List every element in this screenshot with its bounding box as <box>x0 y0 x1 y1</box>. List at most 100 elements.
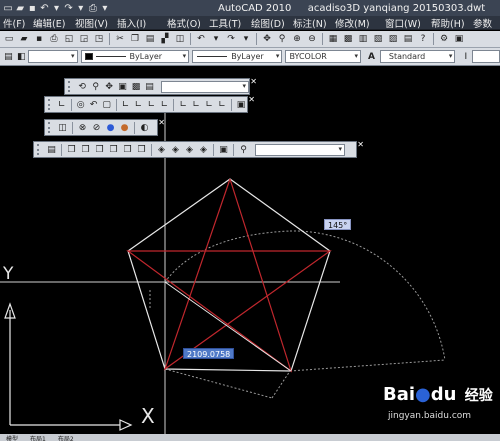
zoom-window-icon[interactable]: ⊕ <box>290 33 304 46</box>
bottom-view-icon[interactable]: ❒ <box>79 144 92 156</box>
redo-icon[interactable]: ↷ <box>224 33 238 46</box>
dropdown-icon[interactable]: ▾ <box>100 2 110 14</box>
block-editor-icon[interactable]: ◫ <box>173 33 187 46</box>
ucs-3point-icon[interactable]: ∟ <box>177 99 189 111</box>
menu-draw[interactable]: 绘图(D) <box>248 16 290 30</box>
2d-wireframe-icon[interactable]: ◫ <box>56 122 69 134</box>
length-input[interactable]: 2109.0758 <box>183 348 235 359</box>
undo-dropdown-icon[interactable]: ▾ <box>209 33 223 46</box>
linetype-dropdown[interactable]: ByLayer ▾ <box>192 50 283 63</box>
ucs-view-icon[interactable]: ∟ <box>132 99 144 111</box>
plotstyle-dropdown[interactable]: BYCOLOR ▾ <box>285 50 361 63</box>
dropdown-icon[interactable]: ▾ <box>76 2 86 14</box>
open-icon[interactable]: ▰ <box>17 33 31 46</box>
markup-icon[interactable]: ▨ <box>386 33 400 46</box>
view-list-icon[interactable]: ▤ <box>143 81 155 93</box>
zoom-previous-icon[interactable]: ⊖ <box>305 33 319 46</box>
tab-layout2[interactable]: 布局2 <box>52 434 80 441</box>
named-views-icon[interactable]: ▤ <box>45 144 58 156</box>
color-dropdown[interactable]: ByLayer ▾ <box>80 50 190 63</box>
toolbar-grip[interactable] <box>48 122 52 133</box>
pan-icon[interactable]: ✥ <box>103 81 115 93</box>
close-icon[interactable]: ✕ <box>158 118 165 127</box>
match-properties-icon[interactable]: ▞ <box>158 33 172 46</box>
new-icon[interactable]: ▭ <box>3 2 13 14</box>
toolbar-grip[interactable] <box>68 81 72 92</box>
right-view-icon[interactable]: ❒ <box>107 144 120 156</box>
sheet-set-icon[interactable]: ▧ <box>371 33 385 46</box>
se-iso-icon[interactable]: ◈ <box>169 144 182 156</box>
camera-icon[interactable]: ▣ <box>217 144 230 156</box>
orbit-icon[interactable]: ⟲ <box>76 81 88 93</box>
hidden-icon[interactable]: ⊘ <box>90 122 103 134</box>
view-dropdown[interactable]: ▾ <box>160 80 250 93</box>
dropdown-icon[interactable]: ▾ <box>51 2 61 14</box>
visual-styles-manager-icon[interactable]: ◐ <box>138 122 151 134</box>
paste-icon[interactable]: ▤ <box>143 33 157 46</box>
front-view-icon[interactable]: ❒ <box>121 144 134 156</box>
3d-wireframe-icon[interactable]: ⊗ <box>76 122 89 134</box>
zoom-icon[interactable]: ⚲ <box>89 81 101 93</box>
menu-file[interactable]: 件(F) <box>0 16 30 30</box>
zoom-realtime-icon[interactable]: ⚲ <box>275 33 289 46</box>
toolbar-grip[interactable] <box>37 144 41 155</box>
ucs-apply-icon[interactable]: ▣ <box>235 99 247 111</box>
menu-window[interactable]: 窗口(W) <box>382 16 428 30</box>
view-name-dropdown[interactable]: ▾ <box>255 143 345 156</box>
redo-dropdown-icon[interactable]: ▾ <box>239 33 253 46</box>
left-view-icon[interactable]: ❒ <box>93 144 106 156</box>
dimension-style-icon[interactable]: I <box>459 50 472 63</box>
ucs-object-icon[interactable]: ∟ <box>120 99 132 111</box>
save-icon[interactable]: ▪ <box>27 2 37 14</box>
menu-tools[interactable]: 工具(T) <box>206 16 248 30</box>
publish-icon[interactable]: ◲ <box>77 33 91 46</box>
preview-icon[interactable]: ◱ <box>62 33 76 46</box>
ucs-x-icon[interactable]: ∟ <box>190 99 202 111</box>
design-center-icon[interactable]: ▩ <box>341 33 355 46</box>
menu-parametric[interactable]: 参数 <box>470 16 496 30</box>
undo-icon[interactable]: ↶ <box>194 33 208 46</box>
menu-modify[interactable]: 修改(M) <box>332 16 382 30</box>
ucs-icon[interactable]: ∟ <box>56 99 68 111</box>
lock-icon[interactable]: ▣ <box>452 33 466 46</box>
text-style-icon[interactable]: A <box>365 50 378 63</box>
menu-dimension[interactable]: 标注(N) <box>290 16 332 30</box>
ucs-z-icon[interactable]: ∟ <box>216 99 228 111</box>
toolbar-grip[interactable] <box>48 99 52 110</box>
back-view-icon[interactable]: ❒ <box>135 144 148 156</box>
ucs-world-icon[interactable]: ◎ <box>75 99 87 111</box>
ne-iso-icon[interactable]: ◈ <box>183 144 196 156</box>
tab-layout1[interactable]: 布局1 <box>24 434 52 441</box>
3d-publish-icon[interactable]: ◳ <box>92 33 106 46</box>
sw-iso-icon[interactable]: ◈ <box>155 144 168 156</box>
tab-model[interactable]: 模型 <box>0 434 24 441</box>
nw-iso-icon[interactable]: ◈ <box>197 144 210 156</box>
properties-icon[interactable]: ▦ <box>326 33 340 46</box>
pan-icon[interactable]: ✥ <box>260 33 274 46</box>
save-icon[interactable]: ▪ <box>32 33 46 46</box>
ucs-previous-icon[interactable]: ↶ <box>88 99 100 111</box>
ucs-y-icon[interactable]: ∟ <box>203 99 215 111</box>
walk-icon[interactable]: ▩ <box>130 81 142 93</box>
close-icon[interactable]: ✕ <box>250 77 257 86</box>
plot-icon[interactable]: ⎙ <box>88 2 98 14</box>
ucs-zaxis-icon[interactable]: ∟ <box>158 99 170 111</box>
ucs-origin-icon[interactable]: ∟ <box>145 99 157 111</box>
zoom-icon[interactable]: ⚲ <box>237 144 250 156</box>
ucs-face-icon[interactable]: ▢ <box>101 99 113 111</box>
dimension-style-dropdown[interactable] <box>472 50 500 63</box>
layer-state-icon[interactable]: ◧ <box>15 50 28 63</box>
close-icon[interactable]: ✕ <box>357 140 364 149</box>
open-folder-icon[interactable]: ▰ <box>15 2 25 14</box>
close-icon[interactable]: ✕ <box>248 95 255 104</box>
menu-format[interactable]: 格式(O) <box>164 16 206 30</box>
layer-manager-icon[interactable]: ▤ <box>2 50 15 63</box>
workspace-icon[interactable]: ⚙ <box>437 33 451 46</box>
menu-edit[interactable]: 编辑(E) <box>30 16 72 30</box>
cut-icon[interactable]: ✂ <box>113 33 127 46</box>
redo-icon[interactable]: ↷ <box>64 2 74 14</box>
undo-icon[interactable]: ↶ <box>39 2 49 14</box>
realistic-icon[interactable]: ● <box>104 122 117 134</box>
help-icon[interactable]: ? <box>416 33 430 46</box>
menu-help[interactable]: 帮助(H) <box>428 16 470 30</box>
